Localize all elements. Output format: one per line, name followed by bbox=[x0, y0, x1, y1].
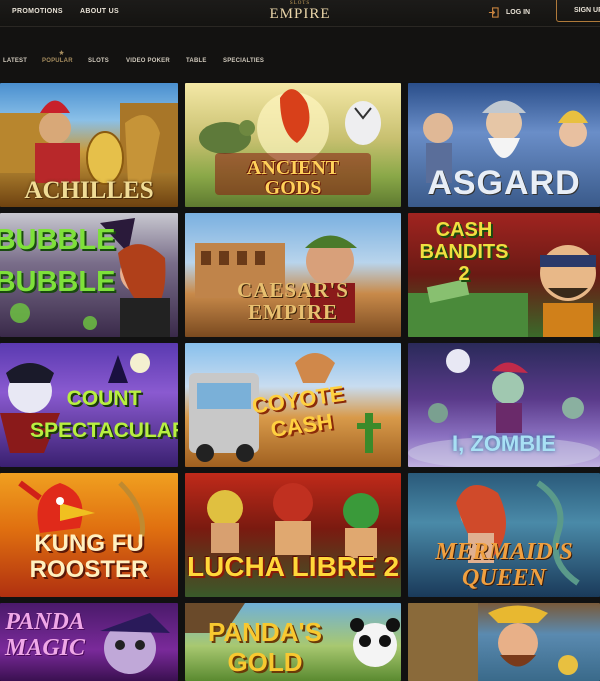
game-tile[interactable] bbox=[408, 603, 600, 681]
game-title: CAESAR'S EMPIRE bbox=[237, 278, 349, 324]
game-tile[interactable]: CAESAR'S EMPIRE bbox=[185, 213, 401, 337]
game-title: ANCIENT GODS bbox=[246, 157, 340, 199]
site-logo[interactable]: SLOTS EMPIRE bbox=[258, 0, 342, 27]
game-tile[interactable]: LUCHA LIBRE 2 bbox=[185, 473, 401, 597]
game-title: PANDA'S GOLD bbox=[207, 617, 323, 677]
game-tile[interactable]: PANDA'S GOLD bbox=[185, 603, 401, 681]
game-title: KUNG FU ROOSTER bbox=[29, 530, 149, 583]
game-title: ASGARD bbox=[427, 164, 581, 202]
nav-promotions[interactable]: PROMOTIONS bbox=[12, 8, 63, 15]
popular-icon bbox=[59, 50, 64, 55]
login-label: LOG IN bbox=[506, 8, 531, 16]
game-title: PANDA MAGIC bbox=[4, 609, 86, 661]
game-tile[interactable]: I, ZOMBIE bbox=[408, 343, 600, 467]
game-artwork bbox=[408, 603, 578, 681]
category-tabs: LATEST POPULAR SLOTS VIDEO POKER TABLE S… bbox=[0, 27, 600, 82]
game-tile[interactable]: ANCIENT GODS bbox=[185, 83, 401, 207]
tab-specialties[interactable]: SPECIALTIES bbox=[223, 58, 264, 64]
game-tile[interactable]: COYOTE CASH bbox=[185, 343, 401, 467]
game-title: I, ZOMBIE bbox=[452, 431, 556, 456]
game-tile[interactable]: ACHILLES bbox=[0, 83, 178, 207]
login-icon bbox=[488, 6, 499, 18]
game-tile[interactable]: MERMAID'S QUEEN bbox=[408, 473, 600, 597]
game-title: LUCHA LIBRE 2 bbox=[186, 551, 400, 582]
game-tile[interactable]: PANDA MAGIC bbox=[0, 603, 178, 681]
logo-main-text: EMPIRE bbox=[269, 6, 331, 22]
signup-button[interactable]: SIGN UP bbox=[556, 0, 600, 22]
tab-table[interactable]: TABLE bbox=[186, 58, 207, 64]
game-tile[interactable]: COUNT SPECTACULAR bbox=[0, 343, 178, 467]
tab-slots[interactable]: SLOTS bbox=[88, 58, 109, 64]
tab-popular[interactable]: POPULAR bbox=[42, 50, 73, 64]
login-button[interactable]: LOG IN bbox=[488, 4, 530, 20]
game-title: CASH BANDITS 2 bbox=[419, 219, 509, 285]
game-tile[interactable]: KUNG FU ROOSTER bbox=[0, 473, 178, 597]
game-title: BUBBLE BUBBLE bbox=[0, 224, 116, 298]
game-title: MERMAID'S QUEEN bbox=[435, 539, 573, 591]
game-title: ACHILLES bbox=[24, 177, 154, 204]
tab-latest[interactable]: LATEST bbox=[3, 58, 27, 64]
game-tile[interactable]: CASH BANDITS 2 bbox=[408, 213, 600, 337]
nav-about-us[interactable]: ABOUT US bbox=[80, 8, 119, 15]
game-tile[interactable]: BUBBLE BUBBLE bbox=[0, 213, 178, 337]
tab-video-poker[interactable]: VIDEO POKER bbox=[126, 58, 170, 64]
game-title: COUNT SPECTACULAR bbox=[30, 387, 178, 442]
game-tile[interactable]: ASGARD bbox=[408, 83, 600, 207]
tab-popular-label: POPULAR bbox=[42, 58, 73, 64]
top-header: PROMOTIONS ABOUT US SLOTS EMPIRE LOG IN … bbox=[0, 0, 600, 27]
